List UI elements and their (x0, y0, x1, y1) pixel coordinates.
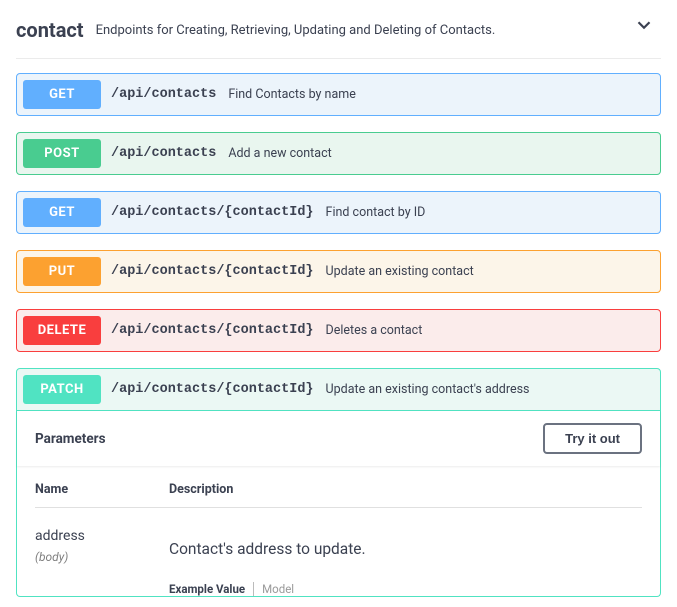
tab-model[interactable]: Model (254, 582, 294, 596)
endpoint-path: /api/contacts/{contactId} (111, 382, 314, 397)
endpoint-patch-contact[interactable]: PATCH /api/contacts/{contactId} Update a… (16, 368, 661, 411)
endpoint-details-panel: Parameters Try it out Name Description a… (16, 411, 661, 597)
http-method-badge: PATCH (23, 375, 101, 404)
http-method-badge: DELETE (23, 316, 101, 345)
chevron-down-icon[interactable] (633, 14, 655, 40)
endpoint-path: /api/contacts (111, 146, 216, 161)
endpoint-get-contacts[interactable]: GET /api/contacts Find Contacts by name (16, 73, 661, 116)
endpoint-summary: Deletes a contact (326, 323, 423, 338)
http-method-badge: PUT (23, 257, 101, 286)
parameter-name: address (35, 528, 169, 544)
tag-header[interactable]: contact Endpoints for Creating, Retrievi… (16, 10, 661, 59)
endpoint-summary: Find Contacts by name (228, 87, 356, 102)
parameters-header: Parameters Try it out (17, 411, 660, 466)
http-method-badge: GET (23, 80, 101, 109)
endpoint-post-contacts[interactable]: POST /api/contacts Add a new contact (16, 132, 661, 175)
tag-name: contact (16, 18, 84, 42)
parameters-table: Name Description address (body) Contact'… (17, 466, 660, 596)
endpoint-path: /api/contacts/{contactId} (111, 264, 314, 279)
endpoints-list: GET /api/contacts Find Contacts by name … (16, 73, 661, 597)
tag-description: Endpoints for Creating, Retrieving, Upda… (96, 23, 496, 38)
parameter-description: Contact's address to update. (169, 540, 366, 558)
endpoint-path: /api/contacts/{contactId} (111, 323, 314, 338)
http-method-badge: POST (23, 139, 101, 168)
tab-example-value[interactable]: Example Value (169, 582, 254, 596)
column-header-name: Name (35, 482, 169, 497)
endpoint-summary: Update an existing contact's address (326, 382, 530, 397)
endpoint-delete-contact[interactable]: DELETE /api/contacts/{contactId} Deletes… (16, 309, 661, 352)
endpoint-summary: Update an existing contact (326, 264, 474, 279)
endpoint-get-contact-by-id[interactable]: GET /api/contacts/{contactId} Find conta… (16, 191, 661, 234)
endpoint-put-contact[interactable]: PUT /api/contacts/{contactId} Update an … (16, 250, 661, 293)
endpoint-path: /api/contacts (111, 87, 216, 102)
parameter-in: (body) (35, 550, 169, 564)
endpoint-summary: Add a new contact (228, 146, 331, 161)
column-header-description: Description (169, 482, 233, 497)
schema-tabs: Example Value Model (169, 582, 366, 596)
try-it-out-button[interactable]: Try it out (543, 423, 642, 454)
parameter-row: address (body) Contact's address to upda… (35, 508, 642, 596)
endpoint-summary: Find contact by ID (326, 205, 426, 220)
parameters-title: Parameters (35, 431, 106, 447)
http-method-badge: GET (23, 198, 101, 227)
endpoint-path: /api/contacts/{contactId} (111, 205, 314, 220)
